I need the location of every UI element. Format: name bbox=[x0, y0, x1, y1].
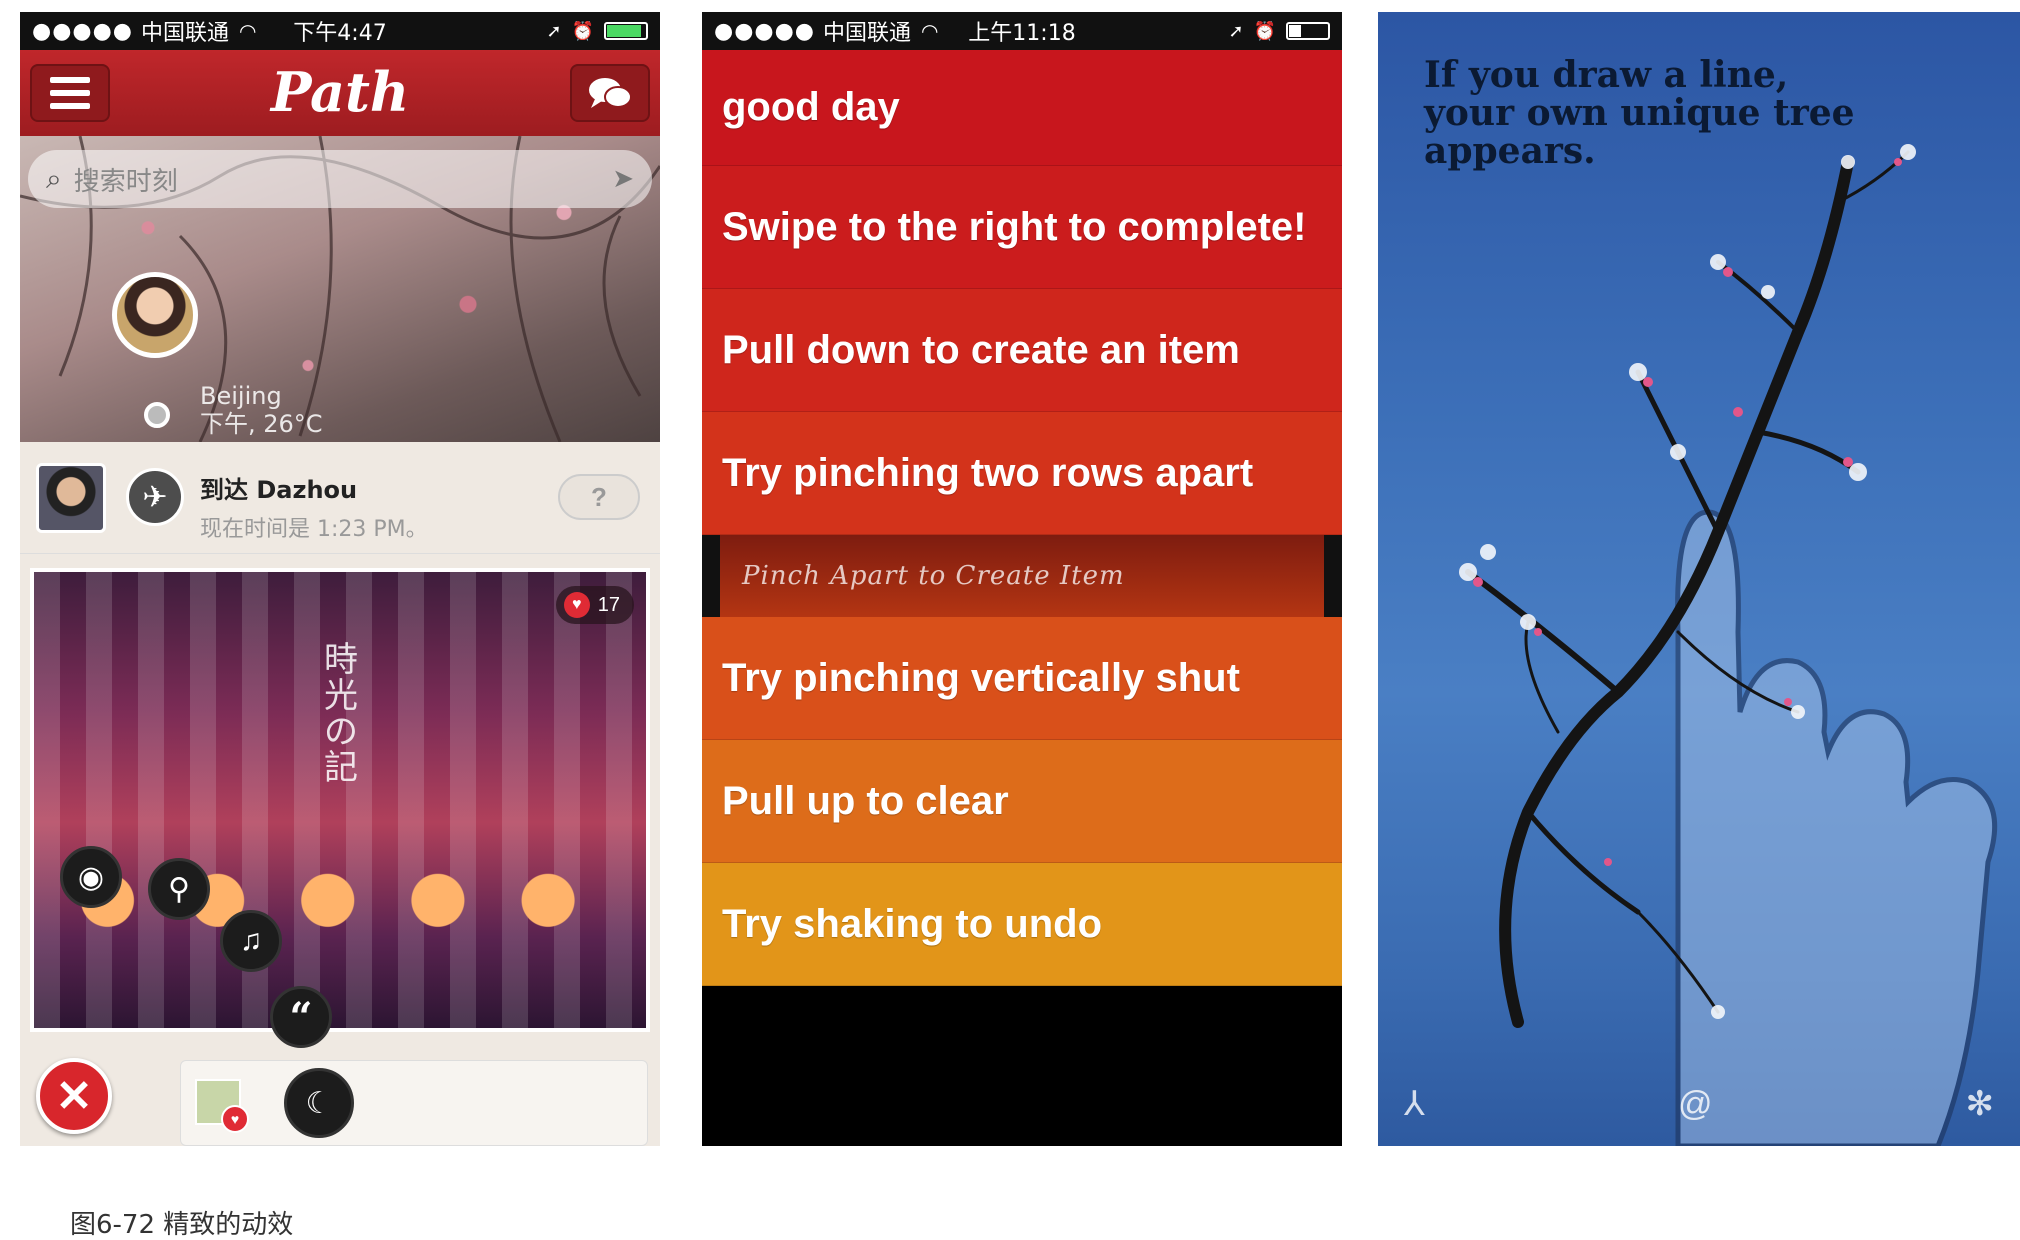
flower-icon[interactable]: ✻ bbox=[1966, 1084, 1995, 1124]
hand-silhouette bbox=[1675, 509, 1998, 1146]
wifi-icon: ◠ bbox=[239, 19, 257, 43]
headline-line-2: your own unique tree appears. bbox=[1424, 92, 1855, 172]
figure-caption: 图6-72 精致的动效 bbox=[70, 1210, 294, 1240]
question-button[interactable]: ? bbox=[558, 474, 640, 520]
chat-button[interactable] bbox=[570, 64, 650, 122]
location-icon: ➚ bbox=[1228, 20, 1244, 42]
heart-icon: ♥ bbox=[221, 1105, 249, 1133]
photo-vertical-text: 時光の記 bbox=[324, 640, 358, 788]
nav-bar: Path bbox=[20, 50, 660, 136]
quote-icon: “ bbox=[289, 993, 313, 1041]
app-logo: Path bbox=[270, 60, 410, 124]
location-arrow-icon[interactable]: ➤ bbox=[612, 164, 634, 194]
airplane-icon: ✈ bbox=[126, 468, 184, 526]
path-screen: ●●●●● 中国联通 ◠ 下午4:47 ➚ ⏰ Path ⌕ 搜索时刻 ➤ Be… bbox=[20, 12, 660, 1146]
weather-label: 下午, 26°C bbox=[200, 410, 323, 438]
izakaya-photo[interactable]: ♥ 17 時光の記 bbox=[30, 568, 650, 1032]
close-button[interactable]: ✕ bbox=[36, 1058, 112, 1134]
tree-screen[interactable]: If you draw a line, your own unique tree… bbox=[1378, 12, 2020, 1146]
signal-dots-icon: ●●●●● bbox=[714, 18, 815, 44]
thought-button[interactable]: “ bbox=[270, 986, 332, 1048]
map-pin-icon: ⚲ bbox=[168, 872, 190, 906]
headline-line-1: If you draw a line, bbox=[1424, 54, 1789, 96]
timeline-dot bbox=[144, 402, 170, 428]
todo-item[interactable]: Pull up to clear bbox=[702, 740, 1342, 863]
status-time: 下午4:47 bbox=[293, 21, 387, 46]
compose-bar[interactable]: ♥ bbox=[180, 1060, 648, 1146]
status-bar: ●●●●● 中国联通 ◠ 上午11:18 ➚ ⏰ bbox=[702, 12, 1342, 50]
todo-item-label: Swipe to the right to complete! bbox=[722, 204, 1307, 249]
wifi-icon: ◠ bbox=[921, 19, 939, 43]
todo-item[interactable]: good day bbox=[702, 50, 1342, 166]
battery-icon bbox=[1286, 22, 1330, 40]
todo-item-label: Try pinching two rows apart bbox=[722, 450, 1254, 495]
city-label: Beijing bbox=[200, 382, 282, 410]
status-bar: ●●●●● 中国联通 ◠ 下午4:47 ➚ ⏰ bbox=[20, 12, 660, 50]
carrier-label: 中国联通 bbox=[140, 21, 229, 46]
todo-item-label: good day bbox=[722, 85, 900, 129]
chat-bubbles-icon bbox=[589, 78, 632, 108]
heart-icon: ♥ bbox=[563, 592, 590, 618]
todo-item-label: Try shaking to undo bbox=[722, 901, 1103, 946]
sprout-icon[interactable]: ⅄ bbox=[1404, 1084, 1425, 1124]
mini-avatar: ♥ bbox=[195, 1079, 249, 1133]
close-icon: ✕ bbox=[55, 1071, 93, 1121]
status-time: 上午11:18 bbox=[968, 21, 1076, 46]
cover-photo: ⌕ 搜索时刻 ➤ Beijing 下午, 26°C bbox=[20, 136, 660, 442]
todo-item[interactable]: Try pinching two rows apart bbox=[702, 412, 1342, 535]
moon-icon: ☾ bbox=[305, 1086, 333, 1120]
alarm-icon: ⏰ bbox=[1253, 20, 1276, 42]
pinch-placeholder-row[interactable]: Pinch Apart to Create Item bbox=[702, 535, 1342, 617]
search-field[interactable]: ⌕ 搜索时刻 ➤ bbox=[28, 150, 652, 208]
todo-list-bottom: Try pinching vertically shut Pull up to c… bbox=[702, 617, 1342, 986]
todo-item-label: Pull down to create an item bbox=[722, 327, 1240, 372]
like-count: 17 bbox=[597, 593, 620, 616]
pinch-label: Pinch Apart to Create Item bbox=[720, 535, 1324, 617]
camera-button[interactable]: ◉ bbox=[60, 846, 122, 908]
todo-item[interactable]: Try pinching vertically shut bbox=[702, 617, 1342, 740]
spiral-icon[interactable]: @ bbox=[1678, 1085, 1713, 1124]
carrier-label: 中国联通 bbox=[822, 21, 911, 46]
alarm-icon: ⏰ bbox=[571, 20, 594, 42]
user-avatar[interactable] bbox=[36, 462, 106, 533]
moment-row[interactable]: ✈ 到达 Dazhou 现在时间是 1:23 PM。 ? bbox=[20, 442, 660, 554]
music-button[interactable]: ♫ bbox=[220, 910, 282, 972]
todo-item[interactable]: Pull down to create an item bbox=[702, 289, 1342, 412]
headline: If you draw a line, your own unique tree… bbox=[1424, 56, 2020, 170]
sleep-button[interactable]: ☾ bbox=[284, 1068, 354, 1138]
moment-subtitle: 现在时间是 1:23 PM。 bbox=[200, 517, 428, 542]
todo-item[interactable]: Try shaking to undo bbox=[702, 863, 1342, 986]
music-note-icon: ♫ bbox=[239, 924, 263, 957]
camera-icon: ◉ bbox=[77, 860, 105, 894]
search-icon: ⌕ bbox=[46, 162, 62, 195]
search-placeholder: 搜索时刻 bbox=[73, 166, 178, 197]
tree-illustration bbox=[1459, 144, 1998, 1146]
moment-title: 到达 Dazhou bbox=[200, 476, 358, 504]
location-icon: ➚ bbox=[546, 20, 562, 42]
signal-dots-icon: ●●●●● bbox=[32, 18, 133, 44]
location-weather: Beijing 下午, 26°C bbox=[200, 382, 323, 438]
profile-avatar[interactable] bbox=[112, 272, 198, 358]
todo-item-label: Pull up to clear bbox=[722, 778, 1009, 823]
todo-item-label: Try pinching vertically shut bbox=[722, 655, 1240, 700]
place-button[interactable]: ⚲ bbox=[148, 858, 210, 920]
battery-icon bbox=[604, 22, 648, 40]
todo-item[interactable]: Swipe to the right to complete! bbox=[702, 166, 1342, 289]
like-badge[interactable]: ♥ 17 bbox=[555, 586, 634, 624]
todo-list-top: good day Swipe to the right to complete! P… bbox=[702, 50, 1342, 535]
clear-screen: ●●●●● 中国联通 ◠ 上午11:18 ➚ ⏰ good day Swipe t… bbox=[702, 12, 1342, 1146]
